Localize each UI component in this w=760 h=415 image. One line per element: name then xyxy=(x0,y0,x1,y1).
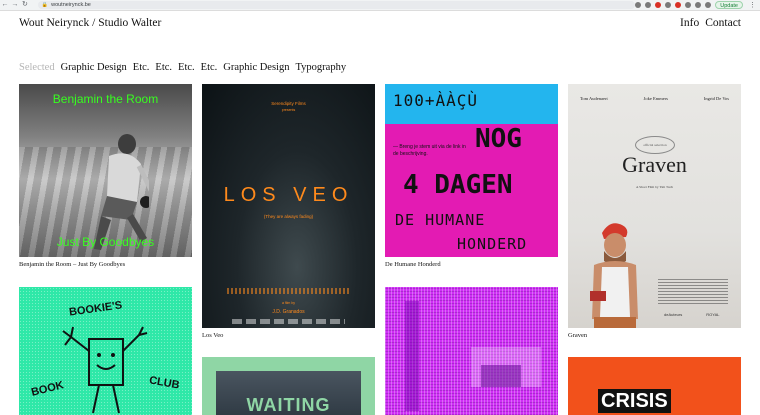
poster-lower-line: DE HUMANE xyxy=(395,211,486,229)
project-card-benjamin[interactable]: Benjamin the Room Just By Goodbyes Benja… xyxy=(19,84,192,274)
extension-icon[interactable] xyxy=(665,2,672,8)
poster-headline-top: NOG xyxy=(475,124,522,154)
filter-etc[interactable]: Etc. xyxy=(133,62,150,73)
poster-title: Graven xyxy=(622,152,687,177)
poster-logos: deAuteurs ROYAL xyxy=(664,312,720,317)
project-thumbnail[interactable]: WAITING xyxy=(202,357,375,415)
project-card-waiting[interactable]: WAITING xyxy=(202,357,375,415)
profile-icon[interactable] xyxy=(705,2,712,8)
nav-info[interactable]: Info xyxy=(680,17,699,29)
cast-name: Tom Audenaert xyxy=(580,96,608,101)
poster-credits xyxy=(658,279,728,304)
poster-logos xyxy=(232,319,345,324)
filter-typography[interactable]: Typography xyxy=(295,62,346,73)
project-caption[interactable]: Graven xyxy=(568,332,587,339)
project-card-humane-honderd[interactable]: 100+ÀÀÇÙ — Breng je stem uit via de link… xyxy=(385,84,558,274)
poster-presents: presents xyxy=(281,108,296,112)
extension-icon[interactable] xyxy=(635,2,642,8)
poster-credits xyxy=(227,288,350,294)
poster-title: WAITING xyxy=(246,395,331,415)
extensions: Update ⋮ xyxy=(635,1,756,9)
poster-title: LOS VEO xyxy=(223,184,354,206)
book-character-illustration xyxy=(62,326,148,414)
poster-tagline: (They are always fading) xyxy=(263,214,314,219)
project-caption[interactable]: De Humane Honderd xyxy=(385,261,441,268)
poster-director-label: a film by xyxy=(281,301,296,305)
back-icon[interactable]: ← xyxy=(0,0,10,10)
project-thumbnail[interactable]: Serendipity Films presents LOS VEO (They… xyxy=(202,84,375,328)
extension-icon[interactable] xyxy=(685,2,692,8)
project-thumbnail[interactable] xyxy=(385,287,558,415)
update-button[interactable]: Update xyxy=(715,1,743,9)
project-card-purple-photo[interactable] xyxy=(385,287,558,415)
filter-selected[interactable]: Selected xyxy=(19,62,55,73)
project-thumbnail[interactable]: Benjamin the Room Just By Goodbyes xyxy=(19,84,192,257)
filter-etc[interactable]: Etc. xyxy=(201,62,218,73)
cast-name: Ingrid De Vos xyxy=(703,96,729,101)
project-card-los-veo[interactable]: Serendipity Films presents LOS VEO (They… xyxy=(202,84,375,344)
lock-icon: 🔒 xyxy=(41,2,49,8)
poster-title: Benjamin the Room xyxy=(52,92,159,106)
poster-word: CLUB xyxy=(148,374,181,392)
filter-graphic-design[interactable]: Graphic Design xyxy=(61,62,127,73)
man-figure xyxy=(590,223,638,328)
top-nav: Info Contact xyxy=(680,17,741,29)
poster-subtitle: Just By Goodbyes xyxy=(56,235,155,249)
cast-name: Joke Emmers xyxy=(643,96,669,101)
poster-logo: deAuteurs xyxy=(664,312,683,317)
forward-icon[interactable]: → xyxy=(10,0,20,10)
project-caption[interactable]: Los Veo xyxy=(202,332,223,339)
filter-graphic-design[interactable]: Graphic Design xyxy=(223,62,289,73)
filter-etc[interactable]: Etc. xyxy=(178,62,195,73)
poster-counter: 100+ÀÀÇÙ xyxy=(393,91,479,110)
filter-etc[interactable]: Etc. xyxy=(155,62,172,73)
nav-contact[interactable]: Contact xyxy=(705,17,741,29)
poster-lower-line: HONDERD xyxy=(457,235,528,253)
project-thumbnail[interactable]: CRISIS xyxy=(568,357,741,415)
project-card-graven[interactable]: Tom Audenaert Joke Emmers Ingrid De Vos … xyxy=(568,84,741,344)
poster-headline-bottom: 4 DAGEN xyxy=(403,170,513,200)
poster-studio: Serendipity Films xyxy=(271,101,306,106)
project-thumbnail[interactable]: Tom Audenaert Joke Emmers Ingrid De Vos … xyxy=(568,84,741,328)
project-thumbnail[interactable]: 100+ÀÀÇÙ — Breng je stem uit via de link… xyxy=(385,84,558,257)
poster-title: CRISIS xyxy=(598,389,671,413)
extension-icon[interactable] xyxy=(655,2,662,8)
project-card-bookies-book-club[interactable]: BOOKIE'S BOOK CLUB xyxy=(19,287,192,415)
browser-toolbar: ← → ↻ 🔒 woutneirynck.be Update ⋮ xyxy=(0,0,760,11)
photo-shape xyxy=(405,301,419,411)
project-thumbnail[interactable]: BOOKIE'S BOOK CLUB xyxy=(19,287,192,415)
poster-director: J.D. Granados xyxy=(272,309,305,315)
category-filters: Selected Graphic Design Etc. Etc. Etc. E… xyxy=(19,62,346,73)
extension-icon[interactable] xyxy=(645,2,652,8)
photo-shape xyxy=(481,365,521,387)
site-title[interactable]: Wout Neirynck / Studio Walter xyxy=(19,17,161,29)
poster-cast: Tom Audenaert Joke Emmers Ingrid De Vos xyxy=(580,96,729,101)
extension-icon[interactable] xyxy=(675,2,682,8)
poster-message: — Breng je stem uit via de link in de be… xyxy=(393,144,466,157)
url-text: woutneirynck.be xyxy=(51,2,91,8)
address-bar[interactable]: 🔒 woutneirynck.be xyxy=(37,1,636,9)
project-caption[interactable]: Benjamin the Room – Just By Goodbyes xyxy=(19,261,125,268)
extension-icon[interactable] xyxy=(695,2,702,8)
more-menu-icon[interactable]: ⋮ xyxy=(749,1,756,9)
poster-lower-text: DE HUMANE HONDERD xyxy=(395,208,527,256)
poster-word: BOOKIE'S xyxy=(68,299,123,319)
poster-logo: ROYAL xyxy=(706,312,720,317)
poster-tagline: A Short Film by Tim Tuch xyxy=(635,185,674,189)
project-card-crisis[interactable]: CRISIS xyxy=(568,357,741,415)
reload-icon[interactable]: ↻ xyxy=(20,0,30,10)
